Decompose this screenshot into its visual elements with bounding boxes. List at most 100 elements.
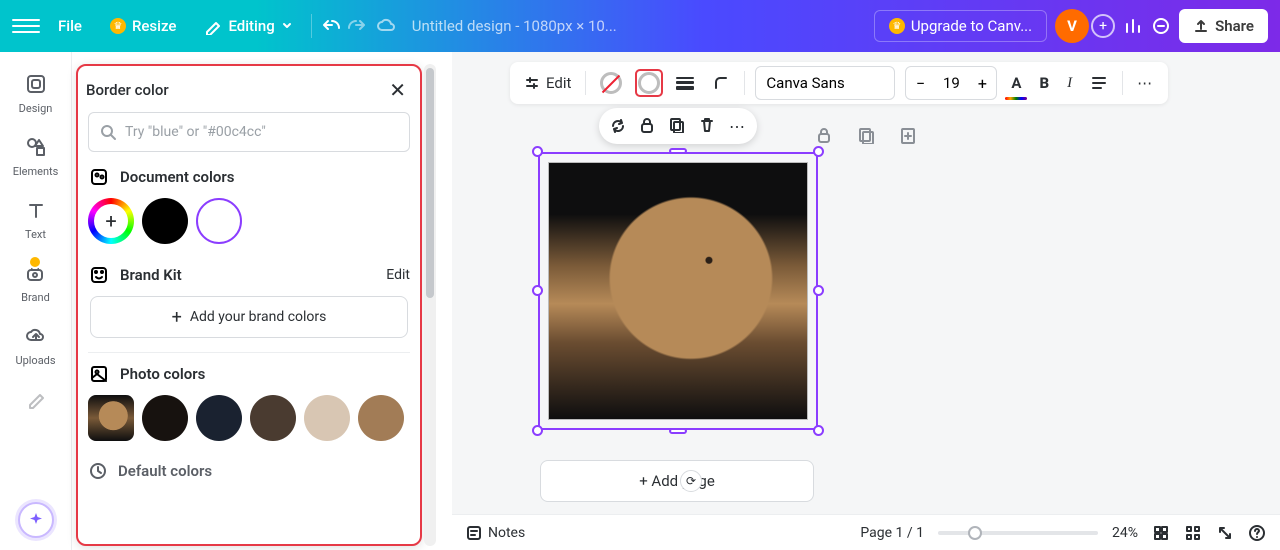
image-placeholder — [548, 162, 808, 420]
font-size-stepper: − 19 + — [905, 66, 997, 100]
duplicate-icon[interactable] — [669, 117, 687, 135]
document-title[interactable]: Untitled design - 1080px × 10... — [412, 17, 617, 35]
avatar[interactable]: V — [1055, 9, 1089, 43]
resize-handle[interactable] — [669, 148, 687, 154]
alignment-button[interactable] — [1086, 70, 1112, 96]
notes-button[interactable]: Notes — [466, 525, 525, 541]
upgrade-label: Upgrade to Canv... — [911, 17, 1032, 35]
grid-view-icon[interactable] — [1152, 524, 1170, 542]
bottom-bar: Notes Page 1 / 1 24% — [452, 514, 1280, 550]
trash-icon[interactable] — [699, 117, 717, 135]
text-color-button[interactable]: A — [1007, 70, 1025, 96]
menu-icon[interactable] — [12, 12, 40, 40]
nofill-icon — [600, 72, 622, 94]
resize-handle[interactable] — [532, 285, 543, 296]
panel-scrollbar[interactable] — [424, 64, 436, 546]
default-icon — [88, 461, 108, 481]
more-button[interactable]: ⋯ — [1133, 70, 1158, 96]
rail-design[interactable]: Design — [19, 70, 53, 115]
resize-handle[interactable] — [813, 146, 824, 157]
color-swatch[interactable] — [304, 395, 350, 441]
undo-button[interactable] — [320, 16, 340, 36]
selected-element[interactable]: ⋯ — [538, 152, 818, 430]
cloud-sync-icon[interactable] — [376, 16, 396, 36]
insights-icon[interactable] — [1123, 16, 1143, 36]
add-page-icon[interactable] — [897, 124, 919, 146]
font-select[interactable]: Canva Sans — [755, 66, 895, 100]
color-swatch[interactable] — [196, 395, 242, 441]
add-brand-colors-button[interactable]: + Add your brand colors — [90, 296, 408, 338]
magic-button[interactable] — [18, 502, 54, 538]
rail-text[interactable]: Text — [22, 196, 50, 241]
border-color-button[interactable] — [636, 70, 662, 96]
color-search-input[interactable]: Try "blue" or "#00c4cc" — [88, 112, 410, 152]
bold-button[interactable]: B — [1035, 70, 1053, 96]
font-size-increase[interactable]: + — [968, 67, 996, 99]
lock-page-icon[interactable] — [813, 124, 835, 146]
photo-thumbnail[interactable] — [88, 395, 134, 441]
search-icon — [99, 123, 117, 141]
context-toolbar: Edit Canva Sans − 19 + A B I ⋯ — [510, 62, 1168, 104]
align-icon — [1090, 74, 1108, 92]
weight-icon — [676, 75, 694, 92]
no-border-color-button[interactable] — [596, 68, 626, 98]
photo-colors-heading: Photo colors — [120, 365, 410, 383]
upgrade-button[interactable]: ♛ Upgrade to Canv... — [874, 10, 1047, 42]
edit-label: Edit — [546, 74, 571, 92]
resize-handle[interactable] — [669, 428, 687, 434]
zoom-slider[interactable] — [938, 531, 1098, 535]
color-swatch[interactable] — [358, 395, 404, 441]
resize-handle[interactable] — [813, 425, 824, 436]
color-swatch[interactable] — [142, 395, 188, 441]
brandkit-icon — [88, 264, 110, 286]
resize-handle[interactable] — [532, 425, 543, 436]
more-icon[interactable]: ⋯ — [729, 117, 747, 135]
canvas-area: Edit Canva Sans − 19 + A B I ⋯ — [452, 52, 1280, 518]
redo-button[interactable] — [348, 16, 368, 36]
share-label: Share — [1215, 17, 1254, 35]
add-color-button[interactable]: + — [88, 198, 134, 244]
brand-kit-edit-link[interactable]: Edit — [386, 267, 410, 283]
sync-icon[interactable] — [609, 117, 627, 135]
color-swatch-white-selected[interactable] — [196, 198, 242, 244]
help-icon[interactable] — [1248, 524, 1266, 542]
corner-radius-button[interactable] — [708, 70, 734, 96]
elements-icon — [22, 133, 50, 161]
border-weight-button[interactable] — [672, 71, 698, 96]
brand-kit-heading: Brand Kit — [120, 266, 376, 284]
rail-brand[interactable]: Brand — [21, 259, 50, 304]
lock-icon[interactable] — [639, 117, 657, 135]
color-swatch-black[interactable] — [142, 198, 188, 244]
file-menu[interactable]: File — [48, 11, 92, 41]
resize-handle[interactable] — [532, 146, 543, 157]
panel-title: Border color — [86, 81, 169, 99]
close-icon[interactable]: ✕ — [389, 78, 406, 102]
fullscreen-icon[interactable] — [1216, 524, 1234, 542]
separator — [311, 14, 312, 38]
font-size-value[interactable]: 19 — [934, 74, 968, 92]
duplicate-page-icon[interactable] — [855, 124, 877, 146]
upload-icon — [1193, 18, 1209, 34]
resize-button[interactable]: ♛ Resize — [100, 11, 186, 41]
resize-label: Resize — [132, 17, 176, 35]
rail-label: Elements — [13, 165, 59, 178]
add-page-button[interactable]: + Add page ⟳ — [540, 460, 814, 502]
color-swatch[interactable] — [250, 395, 296, 441]
rail-uploads[interactable]: Uploads — [15, 322, 55, 367]
italic-button[interactable]: I — [1063, 71, 1076, 96]
share-button[interactable]: Share — [1179, 9, 1268, 43]
sparkle-icon — [27, 511, 45, 529]
edit-image-button[interactable]: Edit — [520, 70, 575, 96]
font-size-decrease[interactable]: − — [906, 67, 934, 99]
editing-menu[interactable]: Editing — [194, 11, 302, 41]
element-floating-toolbar: ⋯ — [599, 108, 757, 144]
resize-handle[interactable] — [813, 285, 824, 296]
rail-draw[interactable] — [22, 385, 50, 413]
font-name: Canva Sans — [766, 74, 844, 92]
rail-elements[interactable]: Elements — [13, 133, 59, 178]
sliders-icon — [524, 75, 540, 91]
ring-icon — [638, 72, 660, 94]
add-member-button[interactable]: + — [1091, 14, 1115, 38]
comment-icon[interactable] — [1151, 16, 1171, 36]
thumbnail-view-icon[interactable] — [1184, 524, 1202, 542]
